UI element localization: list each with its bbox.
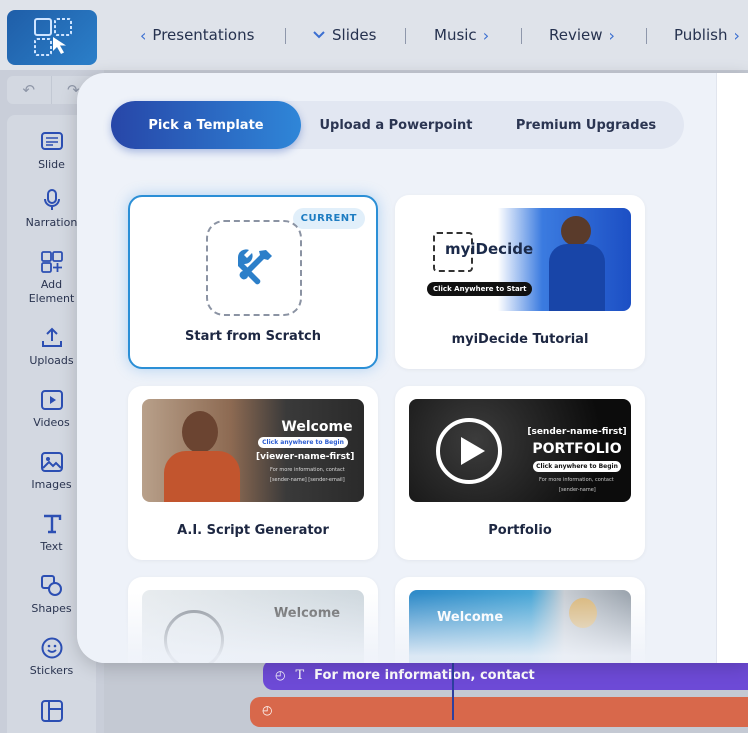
app-logo[interactable] [7,10,97,65]
sidebar-item-label: Videos [33,416,70,429]
thumb-text: Click Anywhere to Start [427,282,533,296]
thumb-text: For more information, contact [539,477,614,483]
chevron-right-icon: › [733,25,740,45]
template-card-label: Portfolio [488,523,552,538]
nav-publish-label: Publish [674,26,728,44]
thumb-text: For more information, contact [270,467,345,473]
timer-icon: ◴ [262,703,273,717]
thumb-text: Click anywhere to Begin [258,437,348,448]
add-element-icon [40,250,64,274]
app-logo-icon [34,18,72,56]
thumb-text: myiDecide [445,240,534,258]
nav-presentations-label: Presentations [152,26,255,44]
upload-icon [40,326,64,350]
text-icon [40,512,64,536]
top-navigation-bar: ‹ Presentations Slides Music › Review › … [0,0,748,70]
template-card-start-from-scratch[interactable]: CURRENT Start from Scratch [128,195,378,369]
template-thumbnail: myiDecide Click Anywhere to Start [409,208,631,311]
template-card-label: Start from Scratch [185,329,321,344]
chevron-right-icon: › [482,25,490,45]
template-thumbnail: Welcome [142,590,364,663]
tab-premium-upgrades[interactable]: Premium Upgrades [501,101,671,149]
thumb-text: [sender-name] [sender-email] [270,477,345,483]
microphone-icon [40,188,64,212]
thumb-text: [sender-name-first] [527,427,627,437]
timeline-playhead[interactable] [452,660,454,720]
sidebar-item-label: Shapes [31,602,72,615]
template-thumbnail: Welcome Click anywhere to Begin [viewer-… [142,399,364,502]
tools-icon [237,249,272,285]
nav-divider [521,28,522,44]
nav-review[interactable]: Review › [549,24,615,46]
template-card-label: myiDecide Tutorial [451,332,589,347]
scratch-placeholder [206,220,302,316]
chevron-right-icon: › [608,25,615,45]
template-card-5[interactable]: Welcome [128,577,378,663]
sidebar-item-label: Text [40,540,63,553]
template-card-6[interactable]: Welcome [395,577,645,663]
play-icon [436,418,502,484]
nav-divider [646,28,647,44]
nav-music-label: Music [434,26,477,44]
nav-review-label: Review [549,26,603,44]
chevron-left-icon: ‹ [140,25,147,45]
undo-icon[interactable]: ↶ [7,76,52,104]
nav-presentations[interactable]: ‹ Presentations [140,24,254,46]
template-thumbnail: [sender-name-first] PORTFOLIO Click anyw… [409,399,631,502]
tab-upload-a-powerpoint[interactable]: Upload a Powerpoint [311,101,481,149]
thumb-text: Welcome [437,610,504,625]
template-card-label: A.I. Script Generator [177,523,329,538]
person-body [549,244,605,311]
template-thumbnail: Welcome [409,590,631,663]
thumb-text: Click anywhere to Begin [533,461,621,472]
tab-pick-a-template[interactable]: Pick a Template [111,101,301,149]
thumb-text: Welcome [281,419,353,435]
template-card-portfolio[interactable]: [sender-name-first] PORTFOLIO Click anyw… [395,386,645,560]
sidebar-item-layout[interactable] [7,699,96,723]
shapes-icon [40,574,64,598]
sticker-icon [40,636,64,660]
nav-music[interactable]: Music › [434,24,489,46]
slide-icon [40,130,64,154]
timer-icon: ◴ [275,668,286,682]
video-icon [40,388,64,412]
thumb-text: PORTFOLIO [532,441,622,457]
text-type-icon: T [295,667,305,683]
thumb-text: [viewer-name-first] [256,452,355,462]
template-tabs: Pick a Template Upload a Powerpoint Prem… [111,101,684,149]
sidebar-item-label: Narration [25,216,78,229]
person-head [561,216,591,246]
sidebar-item-label: Stickers [29,664,74,677]
nav-publish[interactable]: Publish › [674,24,740,46]
template-card-myidecide-tutorial[interactable]: myiDecide Click Anywhere to Start myiDec… [395,195,645,369]
template-picker-modal: Pick a Template Upload a Powerpoint Prem… [77,73,748,663]
thumb-text: [sender-name] [559,487,596,493]
timeline-shape-track[interactable]: ◴ [250,697,748,727]
sidebar-item-label: Images [31,478,72,491]
timeline-track-label: For more information, contact [314,667,535,683]
chevron-down-icon [313,31,325,39]
template-card-ai-script-generator[interactable]: Welcome Click anywhere to Begin [viewer-… [128,386,378,560]
layout-icon [40,699,64,723]
current-badge: CURRENT [292,208,365,229]
nav-slides-label: Slides [332,26,377,44]
thumb-text: Welcome [273,606,341,621]
timeline-text-track[interactable]: ◴ T For more information, contact [263,660,748,690]
sidebar-item-label: Slide [38,158,65,171]
sidebar-item-label: Uploads [29,354,74,367]
nav-divider [285,28,286,44]
modal-side-panel [716,73,748,663]
nav-slides[interactable]: Slides [312,24,376,46]
nav-divider [405,28,406,44]
image-icon [40,450,64,474]
sidebar-item-label: Add Element [28,278,75,305]
